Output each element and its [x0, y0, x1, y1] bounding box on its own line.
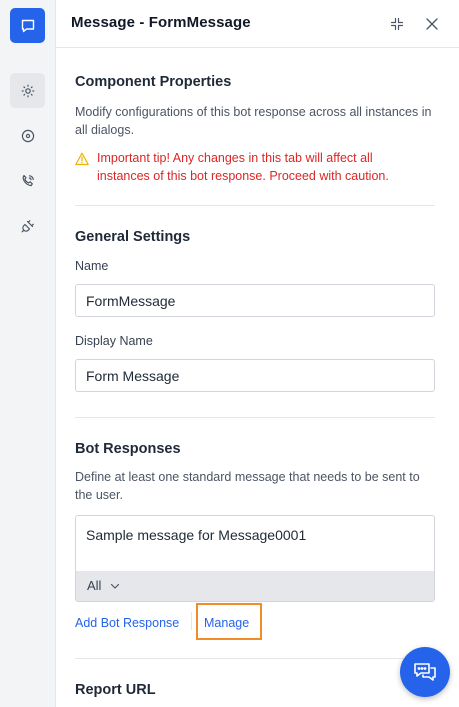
target-rail-button[interactable]	[10, 118, 45, 153]
general-settings-title: General Settings	[75, 229, 191, 245]
chevron-down-icon	[111, 583, 120, 589]
gear-icon	[21, 84, 34, 97]
close-button[interactable]	[423, 15, 441, 33]
collapse-icon	[390, 17, 404, 31]
bot-response-actions: Add Bot Response Manage	[75, 603, 435, 640]
bot-response-footer: All	[76, 571, 434, 601]
collapse-button[interactable]	[388, 15, 406, 33]
left-rail	[0, 0, 56, 707]
bot-response-card[interactable]: Sample message for Message0001 All	[75, 515, 435, 602]
phone-icon	[22, 174, 34, 186]
phone-rail-button[interactable]	[10, 163, 45, 198]
chat-support-button[interactable]	[400, 647, 450, 697]
close-icon	[426, 18, 438, 30]
name-label: Name	[75, 259, 109, 273]
section-divider	[75, 205, 435, 206]
name-field[interactable]	[75, 284, 435, 317]
section-divider	[75, 658, 435, 659]
plug-icon	[21, 219, 34, 232]
add-bot-response-link[interactable]: Add Bot Response	[75, 616, 179, 630]
section-divider	[75, 417, 435, 418]
chat-bubble-icon-button[interactable]	[10, 8, 45, 43]
warning-tip-text: Important tip! Any changes in this tab w…	[97, 151, 389, 183]
component-properties-description: Modify configurations of this bot respon…	[75, 105, 432, 137]
display-name-field[interactable]	[75, 359, 435, 392]
panel-title: Message - FormMessage	[71, 14, 251, 31]
settings-rail-button[interactable]	[10, 73, 45, 108]
bot-response-message: Sample message for Message0001	[86, 527, 307, 543]
chat-support-icon	[414, 663, 436, 681]
plug-rail-button[interactable]	[10, 208, 45, 243]
properties-panel: Message - FormMessage Component Properti…	[56, 0, 459, 707]
action-separator	[191, 612, 192, 630]
channel-dropdown-value: All	[87, 578, 102, 593]
warning-icon	[75, 152, 89, 166]
target-icon	[21, 129, 34, 142]
channel-dropdown[interactable]: All	[87, 578, 120, 593]
panel-header: Message - FormMessage	[56, 0, 459, 48]
manage-link[interactable]: Manage	[204, 616, 249, 630]
display-name-label: Display Name	[75, 334, 153, 348]
chat-bubble-icon	[21, 19, 34, 32]
bot-responses-title: Bot Responses	[75, 441, 181, 457]
bot-responses-description: Define at least one standard message tha…	[75, 470, 420, 502]
component-properties-title: Component Properties	[75, 74, 232, 90]
report-url-title: Report URL	[75, 682, 156, 698]
